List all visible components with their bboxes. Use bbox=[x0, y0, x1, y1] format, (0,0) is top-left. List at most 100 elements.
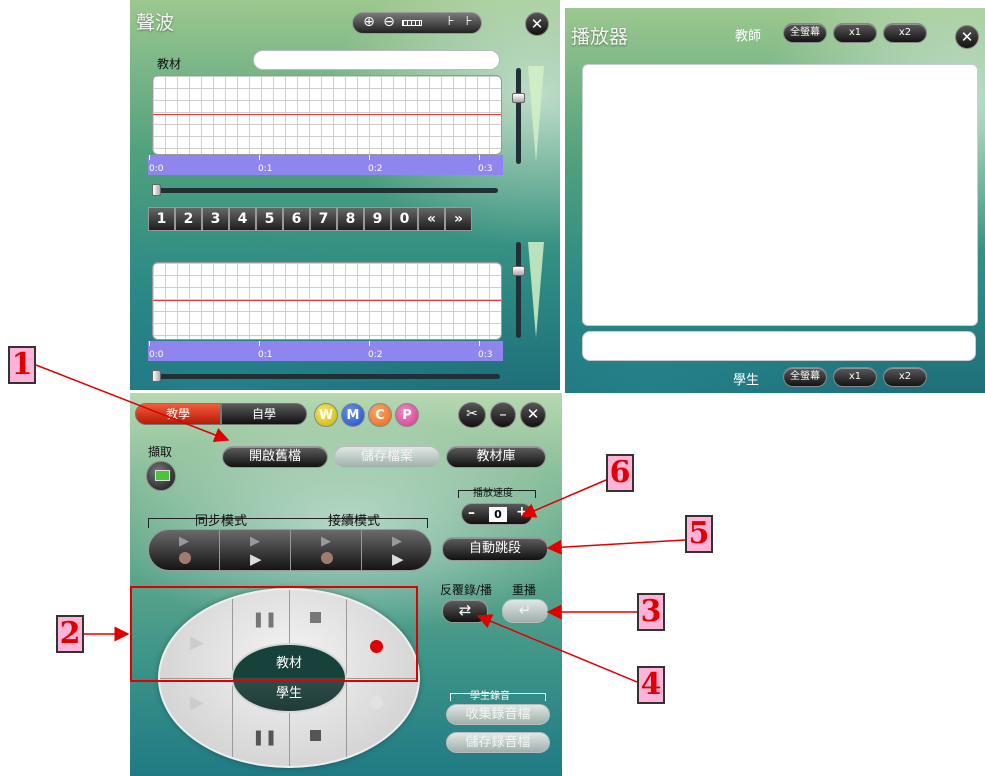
teacher-x2-button[interactable]: x2 bbox=[883, 23, 927, 43]
segment-key-0[interactable]: 0 bbox=[391, 207, 418, 231]
timeline-tick-label: 0:1 bbox=[258, 164, 273, 174]
relay-play-button[interactable]: ▶ ▶ bbox=[362, 530, 431, 570]
student-position-slider[interactable] bbox=[152, 370, 500, 382]
material-library-button[interactable]: 教材庫 bbox=[446, 446, 546, 468]
slider-thumb[interactable] bbox=[152, 370, 161, 382]
replay-label: 重播 bbox=[512, 583, 537, 597]
teacher-label: 教師 bbox=[735, 29, 762, 44]
student-x1-button[interactable]: x1 bbox=[833, 367, 877, 387]
repeat-record-play-button[interactable]: ⇄ bbox=[442, 599, 488, 623]
volume-thumb[interactable] bbox=[512, 266, 525, 276]
timeline-tick-label: 0:2 bbox=[368, 164, 383, 174]
mark-end-icon[interactable]: ⊦ bbox=[461, 14, 477, 32]
replay-button[interactable]: ↵ bbox=[502, 599, 548, 623]
arrow-5 bbox=[546, 539, 686, 555]
teacher-position-slider[interactable] bbox=[152, 184, 498, 196]
sync-play-button[interactable]: ▶ ▶ bbox=[220, 530, 291, 570]
teacher-x1-button[interactable]: x1 bbox=[833, 23, 877, 43]
student-waveform[interactable] bbox=[152, 262, 502, 340]
capture-icon[interactable] bbox=[146, 461, 176, 491]
student-pause-icon[interactable]: ❚❚ bbox=[252, 728, 277, 746]
volume-wedge-icon bbox=[528, 242, 544, 338]
student-record-icon[interactable] bbox=[370, 696, 383, 709]
relay-mode-label: 接續模式 bbox=[328, 514, 381, 529]
close-icon[interactable]: ✕ bbox=[955, 25, 979, 49]
segment-key-2[interactable]: 2 bbox=[175, 207, 202, 231]
monitor-icon bbox=[155, 470, 170, 481]
close-icon[interactable]: ✕ bbox=[520, 402, 546, 428]
student-timeline[interactable]: 0:0 0:1 0:2 0:3 bbox=[148, 341, 503, 361]
teacher-timeline[interactable]: 0:0 0:1 0:2 0:3 bbox=[148, 155, 503, 175]
student-volume-slider[interactable] bbox=[512, 242, 525, 338]
settings-icon[interactable]: ✂ bbox=[458, 402, 486, 428]
save-file-button[interactable]: 儲存檔案 bbox=[334, 446, 440, 468]
minimize-icon[interactable]: – bbox=[490, 402, 516, 428]
p-button[interactable]: P bbox=[395, 403, 419, 427]
student-stop-icon[interactable] bbox=[310, 730, 321, 741]
teacher-video-area bbox=[582, 64, 978, 326]
repeat-label: 反覆錄/播 bbox=[440, 583, 493, 597]
transport-highlight-box bbox=[130, 586, 418, 682]
callout-1: 1 bbox=[8, 346, 36, 384]
waveform-baseline bbox=[153, 300, 501, 301]
segment-key-3[interactable]: 3 bbox=[202, 207, 229, 231]
word-button[interactable]: W bbox=[314, 403, 338, 427]
play-icon: ▶ bbox=[392, 550, 404, 568]
speed-decrease-icon[interactable]: – bbox=[468, 505, 475, 521]
open-file-button[interactable]: 開啟舊檔 bbox=[222, 446, 328, 468]
mode-button-bar: ▶ ▶ ▶ ▶ ▶ ▶ bbox=[148, 529, 432, 571]
segment-key-1[interactable]: 1 bbox=[148, 207, 175, 231]
ruler-icon[interactable] bbox=[402, 20, 422, 26]
player-panel: 播放器 教師 全螢幕 x1 x2 ✕ 學生 全螢幕 x1 x2 bbox=[565, 8, 985, 393]
zoom-in-icon[interactable]: ⊕ bbox=[360, 14, 378, 32]
segment-key-4[interactable]: 4 bbox=[229, 207, 256, 231]
auto-skip-button[interactable]: 自動跳段 bbox=[442, 537, 548, 561]
c-button[interactable]: C bbox=[368, 403, 392, 427]
save-recordings-button[interactable]: 儲存錄音檔 bbox=[446, 732, 550, 753]
capture-label: 擷取 bbox=[148, 445, 173, 459]
sync-record-button[interactable]: ▶ bbox=[149, 530, 220, 570]
timeline-tick-label: 0:0 bbox=[149, 350, 164, 360]
student-center-button[interactable]: 學生 bbox=[231, 682, 347, 701]
segment-key-5[interactable]: 5 bbox=[256, 207, 283, 231]
teacher-fullscreen-button[interactable]: 全螢幕 bbox=[783, 23, 827, 43]
student-video-area bbox=[582, 331, 976, 361]
segment-key-9[interactable]: 9 bbox=[364, 207, 391, 231]
control-panel: 教學 自學 W M C P ✂ – ✕ 擷取 開啟舊檔 儲存檔案 教材庫 播放速… bbox=[130, 393, 562, 776]
play-icon: ▶ bbox=[250, 550, 262, 568]
speed-label: 播放速度 bbox=[473, 488, 513, 499]
teacher-volume-slider[interactable] bbox=[512, 68, 525, 164]
timeline-tick-label: 0:1 bbox=[258, 350, 273, 360]
material-name-field[interactable] bbox=[253, 50, 500, 70]
sync-mode-label: 同步模式 bbox=[195, 514, 248, 529]
callout-5: 5 bbox=[685, 515, 713, 553]
zoom-out-icon[interactable]: ⊖ bbox=[380, 14, 398, 32]
collect-recordings-button[interactable]: 收集錄音檔 bbox=[446, 704, 550, 725]
student-label: 學生 bbox=[733, 373, 760, 388]
volume-thumb[interactable] bbox=[512, 93, 525, 103]
rewind-icon[interactable]: « bbox=[418, 207, 445, 231]
timeline-tick-label: 0:0 bbox=[149, 164, 164, 174]
segment-key-6[interactable]: 6 bbox=[283, 207, 310, 231]
segment-key-8[interactable]: 8 bbox=[337, 207, 364, 231]
slider-thumb[interactable] bbox=[152, 184, 161, 196]
student-play-icon[interactable]: ▶ bbox=[190, 692, 204, 713]
student-x2-button[interactable]: x2 bbox=[883, 367, 927, 387]
speed-stepper[interactable]: – 0 + bbox=[461, 503, 533, 525]
media-button[interactable]: M bbox=[341, 403, 365, 427]
callout-3: 3 bbox=[637, 593, 665, 631]
segment-key-7[interactable]: 7 bbox=[310, 207, 337, 231]
fast-forward-icon[interactable]: » bbox=[445, 207, 472, 231]
record-dot-icon bbox=[179, 552, 191, 564]
speed-increase-icon[interactable]: + bbox=[516, 504, 528, 520]
relay-record-button[interactable]: ▶ bbox=[291, 530, 362, 570]
waveform-baseline bbox=[153, 114, 501, 115]
student-fullscreen-button[interactable]: 全螢幕 bbox=[783, 367, 827, 387]
tab-teach[interactable]: 教學 bbox=[135, 403, 221, 425]
tab-self-study[interactable]: 自學 bbox=[221, 403, 307, 425]
teacher-waveform[interactable] bbox=[152, 75, 502, 155]
close-icon[interactable]: ✕ bbox=[525, 12, 549, 36]
player-title: 播放器 bbox=[571, 26, 629, 48]
timeline-tick-label: 0:3 bbox=[478, 350, 493, 360]
mark-start-icon[interactable]: ⊦ bbox=[443, 14, 459, 32]
